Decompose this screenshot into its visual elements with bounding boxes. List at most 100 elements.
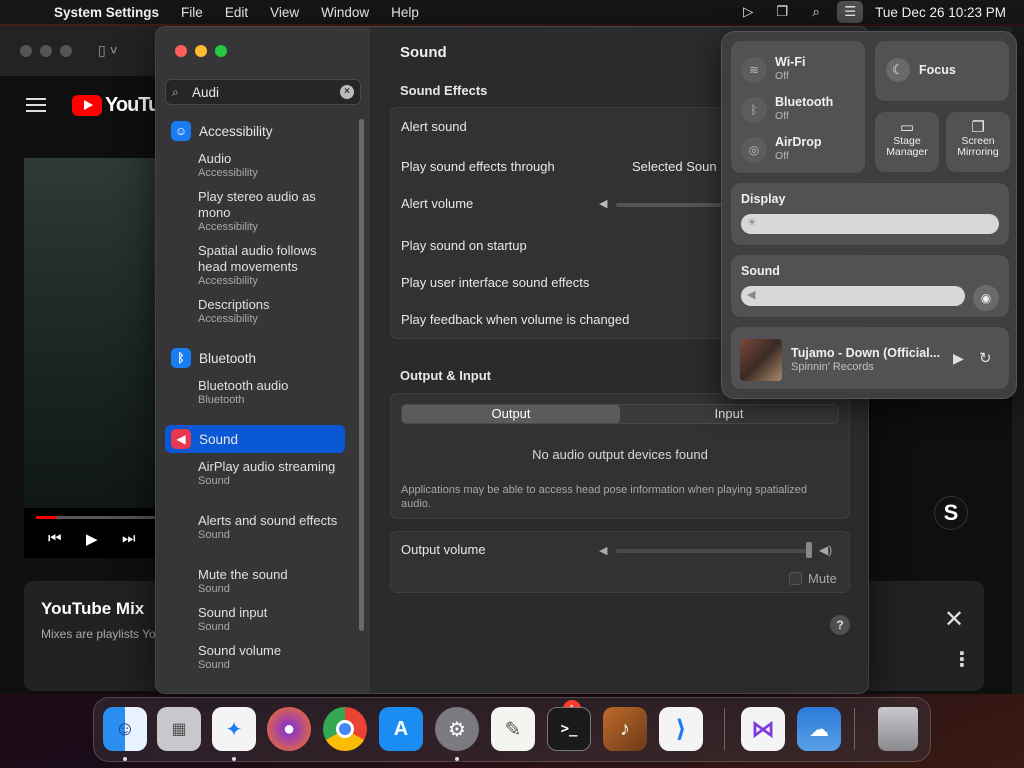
launchpad-icon[interactable]: ▦ bbox=[157, 707, 201, 751]
play-icon[interactable]: ▶ bbox=[953, 350, 964, 367]
sidebar-category-label: Bluetooth bbox=[199, 350, 257, 366]
result-sub: Sound bbox=[198, 529, 230, 541]
clear-search-icon[interactable]: × bbox=[340, 85, 354, 99]
close-button[interactable] bbox=[175, 45, 187, 57]
bluetooth-toggle[interactable]: ᛒ Bluetooth Off bbox=[731, 93, 851, 125]
connectivity-tile: ≋ Wi-Fi Off ᛒ Bluetooth Off ◎ AirDrop Of… bbox=[731, 41, 865, 173]
brightness-slider[interactable]: ☀ bbox=[741, 214, 999, 234]
sidebar-category-sound[interactable]: ◀ Sound bbox=[165, 425, 345, 453]
bluetooth-label: Bluetooth bbox=[775, 95, 834, 109]
help-button[interactable]: ? bbox=[830, 615, 850, 635]
garageband-icon[interactable]: ♪ bbox=[603, 707, 647, 751]
search-result-sound-volume[interactable]: Sound volume Sound bbox=[198, 643, 348, 672]
search-input[interactable]: Audi bbox=[192, 85, 219, 100]
alert-volume-slider[interactable] bbox=[616, 203, 726, 207]
output-volume-slider[interactable] bbox=[616, 549, 812, 553]
airdrop-icon: ◎ bbox=[741, 137, 767, 163]
result-label: Sound volume bbox=[198, 643, 282, 658]
result-sub: Accessibility bbox=[198, 167, 258, 179]
wifi-toggle[interactable]: ≋ Wi-Fi Off bbox=[731, 53, 851, 85]
volume-high-icon: ◀) bbox=[819, 543, 833, 557]
menu-window[interactable]: Window bbox=[310, 5, 380, 20]
search-result-stereo-mono[interactable]: Play stereo audio as mono Accessibility bbox=[198, 189, 348, 234]
focus-tile[interactable]: ☾ Focus bbox=[875, 41, 1009, 101]
sidebar-category-accessibility[interactable]: ☺ Accessibility bbox=[165, 117, 345, 145]
airplay-audio-icon[interactable]: ◉ bbox=[973, 285, 999, 311]
menu-app-name[interactable]: System Settings bbox=[54, 5, 170, 20]
trash-icon[interactable] bbox=[878, 707, 918, 751]
inactive-zoom-button[interactable] bbox=[60, 45, 72, 57]
play-icon[interactable]: ▶ bbox=[86, 530, 98, 548]
next-icon[interactable]: ⏭ bbox=[122, 530, 136, 547]
stage-manager-tile[interactable]: ▭ Stage Manager bbox=[875, 112, 939, 172]
tab-input[interactable]: Input bbox=[620, 405, 838, 423]
textedit-icon[interactable]: ✎ bbox=[491, 707, 535, 751]
mute-label: Mute bbox=[808, 571, 837, 586]
moon-icon: ☾ bbox=[886, 58, 910, 82]
system-settings-icon[interactable]: ⚙ bbox=[435, 707, 479, 751]
sidebar-category-bluetooth[interactable]: ᛒ Bluetooth bbox=[165, 344, 345, 372]
running-indicator bbox=[123, 757, 127, 761]
sidebar-category-label: Sound bbox=[199, 431, 239, 447]
vscode-icon[interactable]: ⟩ bbox=[659, 707, 703, 751]
search-result-descriptions[interactable]: Descriptions Accessibility bbox=[198, 297, 348, 326]
spotlight-search-icon[interactable]: ⌕ bbox=[799, 1, 833, 23]
output-volume-group: Output volume ◀ ◀) Mute bbox=[390, 531, 850, 593]
result-sub: Accessibility bbox=[198, 275, 258, 287]
search-field[interactable]: ⌕ Audi × bbox=[165, 79, 361, 105]
result-label: Descriptions bbox=[198, 297, 270, 312]
inactive-close-button[interactable] bbox=[20, 45, 32, 57]
screen-record-icon[interactable]: ▷ bbox=[731, 1, 765, 23]
cc-volume-slider[interactable]: ◀ bbox=[741, 286, 965, 306]
search-result-sound-input[interactable]: Sound input Sound bbox=[198, 605, 348, 634]
firefox-icon[interactable]: ● bbox=[267, 707, 311, 751]
more-options-icon[interactable]: ⋮ bbox=[952, 647, 972, 672]
menu-file[interactable]: File bbox=[170, 5, 214, 20]
album-art bbox=[740, 339, 782, 381]
output-volume-knob[interactable] bbox=[806, 542, 812, 558]
visual-studio-icon[interactable]: ⋈ bbox=[741, 707, 785, 751]
play-through-select[interactable]: Selected Soun bbox=[632, 159, 717, 174]
airdrop-toggle[interactable]: ◎ AirDrop Off bbox=[731, 133, 851, 165]
menu-help[interactable]: Help bbox=[380, 5, 430, 20]
mute-checkbox[interactable] bbox=[789, 572, 802, 585]
minimize-button[interactable] bbox=[195, 45, 207, 57]
weather-icon[interactable]: ☁ bbox=[797, 707, 841, 751]
terminal-icon[interactable]: >_ bbox=[547, 707, 591, 751]
speaker-icon: ◀ bbox=[171, 429, 191, 449]
video-progress-bar[interactable] bbox=[36, 516, 156, 519]
tab-output[interactable]: Output bbox=[402, 405, 620, 423]
video-player[interactable] bbox=[24, 158, 164, 508]
finder-icon[interactable]: ☺ bbox=[103, 707, 147, 751]
menu-clock[interactable]: Tue Dec 26 10:23 PM bbox=[867, 5, 1024, 20]
accessibility-icon: ☺ bbox=[171, 121, 191, 141]
hamburger-menu-icon[interactable] bbox=[26, 98, 46, 112]
search-result-spatial-audio[interactable]: Spatial audio follows head movements Acc… bbox=[198, 243, 348, 288]
focus-label: Focus bbox=[919, 63, 956, 77]
dock-separator bbox=[854, 708, 855, 750]
menu-edit[interactable]: Edit bbox=[214, 5, 259, 20]
sidebar-scrollbar[interactable] bbox=[359, 119, 364, 631]
chrome-icon[interactable] bbox=[323, 707, 367, 751]
page-title: Sound bbox=[400, 44, 447, 61]
control-center-icon[interactable]: ☰ bbox=[837, 1, 864, 23]
screen-mirroring-tile[interactable]: ❐ Screen Mirroring bbox=[946, 112, 1010, 172]
inactive-minimize-button[interactable] bbox=[40, 45, 52, 57]
search-result-mute[interactable]: Mute the sound Sound bbox=[198, 567, 348, 596]
search-result-airplay-audio[interactable]: AirPlay audio streaming Sound bbox=[198, 459, 348, 488]
menu-view[interactable]: View bbox=[259, 5, 310, 20]
sidebar-toggle-icon[interactable]: ▯ ˅ bbox=[98, 42, 118, 59]
search-result-bluetooth-audio[interactable]: Bluetooth audio Bluetooth bbox=[198, 378, 348, 407]
search-result-alerts[interactable]: Alerts and sound effects Sound bbox=[198, 513, 348, 542]
screen-mirroring-label: Screen Mirroring bbox=[957, 135, 999, 158]
head-pose-note: Applications may be able to access head … bbox=[401, 484, 808, 510]
app-store-icon[interactable]: A bbox=[379, 707, 423, 751]
refresh-icon[interactable]: ↻ bbox=[979, 349, 992, 367]
close-icon[interactable]: ✕ bbox=[944, 605, 964, 634]
safari-icon[interactable]: ✦ bbox=[212, 707, 256, 751]
shazam-icon[interactable]: S bbox=[934, 496, 968, 530]
search-result-audio[interactable]: Audio Accessibility bbox=[198, 151, 348, 180]
previous-icon[interactable]: ⏮ bbox=[48, 530, 62, 547]
window-switcher-icon[interactable]: ❐ bbox=[765, 1, 799, 23]
zoom-button[interactable] bbox=[215, 45, 227, 57]
